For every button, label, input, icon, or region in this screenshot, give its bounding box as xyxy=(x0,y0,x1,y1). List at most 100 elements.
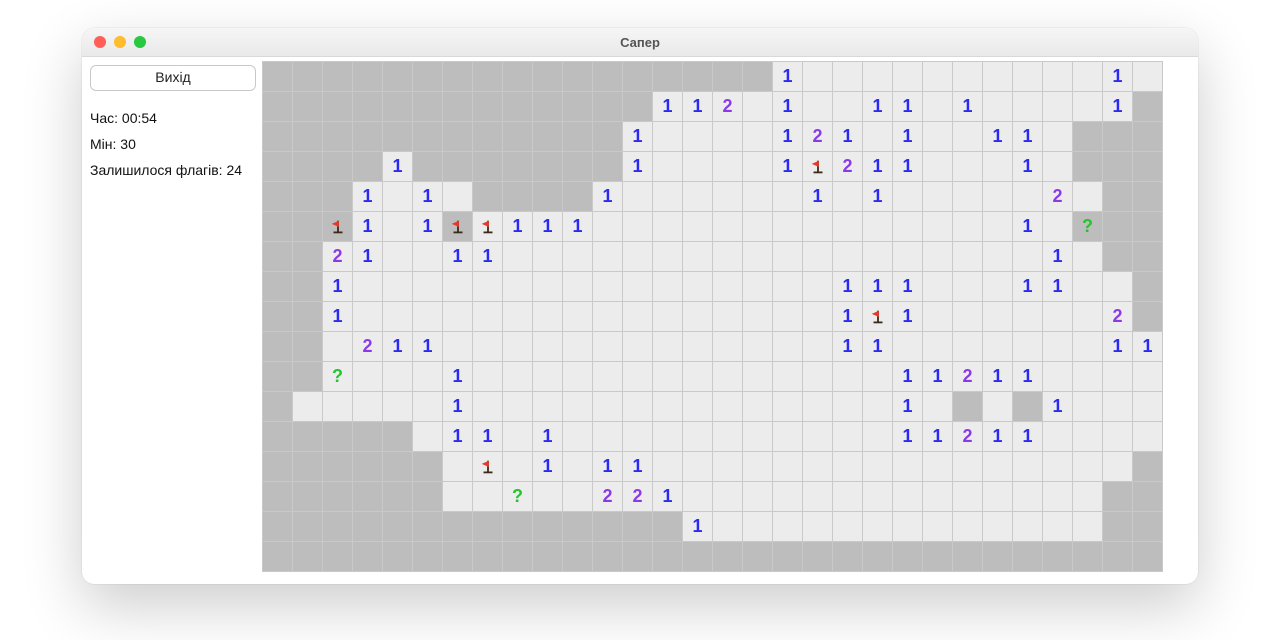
cell[interactable] xyxy=(863,122,892,151)
cell[interactable]: 1 xyxy=(863,152,892,181)
cell[interactable]: 1 xyxy=(983,422,1012,451)
cell[interactable] xyxy=(713,482,742,511)
cell[interactable] xyxy=(1073,422,1102,451)
cell[interactable] xyxy=(803,392,832,421)
cell-flag[interactable] xyxy=(473,212,502,241)
cell[interactable] xyxy=(1043,512,1072,541)
cell[interactable] xyxy=(743,332,772,361)
cell[interactable] xyxy=(503,512,532,541)
cell[interactable] xyxy=(923,212,952,241)
cell[interactable]: 2 xyxy=(953,362,982,391)
cell[interactable] xyxy=(1073,242,1102,271)
cell[interactable] xyxy=(623,212,652,241)
cell[interactable] xyxy=(653,422,682,451)
cell[interactable] xyxy=(1073,392,1102,421)
cell[interactable] xyxy=(293,332,322,361)
cell[interactable]: 1 xyxy=(1013,152,1042,181)
cell[interactable] xyxy=(293,152,322,181)
cell[interactable] xyxy=(263,92,292,121)
cell[interactable] xyxy=(923,272,952,301)
cell[interactable] xyxy=(383,302,412,331)
cell[interactable]: 1 xyxy=(983,362,1012,391)
cell[interactable] xyxy=(923,182,952,211)
cell[interactable] xyxy=(683,272,712,301)
cell[interactable] xyxy=(533,182,562,211)
cell[interactable] xyxy=(803,512,832,541)
cell[interactable] xyxy=(443,512,472,541)
cell[interactable] xyxy=(323,482,352,511)
cell[interactable] xyxy=(953,332,982,361)
cell[interactable] xyxy=(1103,182,1132,211)
cell[interactable]: 1 xyxy=(833,122,862,151)
cell[interactable] xyxy=(773,452,802,481)
cell[interactable] xyxy=(863,62,892,91)
cell[interactable] xyxy=(893,332,922,361)
cell[interactable] xyxy=(803,302,832,331)
cell[interactable] xyxy=(293,92,322,121)
cell[interactable] xyxy=(413,392,442,421)
cell[interactable] xyxy=(923,452,952,481)
cell[interactable] xyxy=(1043,542,1072,571)
cell[interactable] xyxy=(1103,512,1132,541)
cell[interactable] xyxy=(503,152,532,181)
cell[interactable] xyxy=(923,392,952,421)
cell[interactable] xyxy=(413,362,442,391)
cell[interactable]: 1 xyxy=(533,422,562,451)
cell[interactable] xyxy=(833,92,862,121)
cell[interactable] xyxy=(1073,122,1102,151)
cell[interactable] xyxy=(323,542,352,571)
cell[interactable] xyxy=(953,212,982,241)
cell[interactable] xyxy=(953,542,982,571)
cell[interactable] xyxy=(473,92,502,121)
cell[interactable]: 1 xyxy=(1013,362,1042,391)
cell[interactable] xyxy=(263,482,292,511)
cell[interactable] xyxy=(413,122,442,151)
cell[interactable] xyxy=(413,302,442,331)
cell[interactable] xyxy=(683,122,712,151)
cell[interactable] xyxy=(713,122,742,151)
cell[interactable]: 1 xyxy=(593,182,622,211)
cell-flag[interactable] xyxy=(323,212,352,241)
cell[interactable] xyxy=(953,242,982,271)
cell[interactable] xyxy=(653,182,682,211)
cell[interactable] xyxy=(923,122,952,151)
cell[interactable] xyxy=(1133,242,1162,271)
cell[interactable] xyxy=(953,122,982,151)
cell[interactable] xyxy=(983,92,1012,121)
cell[interactable] xyxy=(833,362,862,391)
cell[interactable] xyxy=(383,62,412,91)
cell[interactable] xyxy=(743,242,772,271)
cell[interactable] xyxy=(1043,92,1072,121)
cell[interactable]: 1 xyxy=(1133,332,1162,361)
cell[interactable] xyxy=(1133,512,1162,541)
cell[interactable] xyxy=(563,242,592,271)
cell[interactable] xyxy=(443,92,472,121)
cell[interactable] xyxy=(263,362,292,391)
cell[interactable] xyxy=(1013,62,1042,91)
cell[interactable] xyxy=(983,482,1012,511)
cell[interactable] xyxy=(1103,212,1132,241)
cell[interactable] xyxy=(533,392,562,421)
cell[interactable] xyxy=(983,62,1012,91)
cell[interactable] xyxy=(623,512,652,541)
cell[interactable] xyxy=(893,512,922,541)
cell[interactable] xyxy=(263,512,292,541)
cell[interactable] xyxy=(1103,452,1132,481)
cell[interactable] xyxy=(1133,362,1162,391)
cell[interactable] xyxy=(923,242,952,271)
cell[interactable] xyxy=(803,452,832,481)
cell[interactable] xyxy=(563,152,592,181)
cell[interactable] xyxy=(653,122,682,151)
cell[interactable] xyxy=(533,62,562,91)
cell[interactable] xyxy=(1133,182,1162,211)
cell[interactable] xyxy=(593,392,622,421)
cell[interactable] xyxy=(503,452,532,481)
cell[interactable] xyxy=(293,272,322,301)
cell[interactable] xyxy=(443,542,472,571)
cell[interactable] xyxy=(773,542,802,571)
cell[interactable] xyxy=(533,332,562,361)
cell[interactable]: 1 xyxy=(1103,62,1132,91)
cell[interactable]: 1 xyxy=(893,302,922,331)
cell[interactable]: 1 xyxy=(893,272,922,301)
cell[interactable] xyxy=(473,152,502,181)
